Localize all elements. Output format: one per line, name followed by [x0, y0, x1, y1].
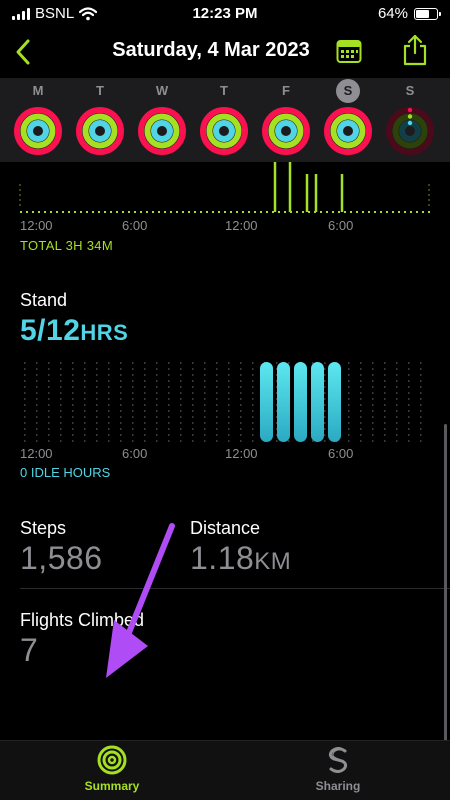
tab-summary-label: Summary	[84, 779, 140, 793]
exercise-tick: 6:00	[328, 218, 354, 233]
activity-rings-icon	[76, 107, 124, 155]
stand-hour-bar	[277, 362, 290, 442]
stand-hour-bar	[260, 362, 273, 442]
stand-unit: HRS	[80, 320, 129, 345]
day-tue[interactable]: T	[72, 78, 128, 162]
tab-bar: Summary Sharing	[0, 740, 450, 800]
day-label: S	[405, 83, 415, 98]
stand-tick: 6:00	[122, 446, 148, 461]
distance-unit: KM	[254, 548, 292, 575]
day-thu[interactable]: T	[196, 78, 252, 162]
stand-tick: 12:00	[20, 446, 53, 461]
stand-tick: 6:00	[328, 446, 354, 461]
summary-rings-icon	[97, 745, 127, 775]
exercise-tick: 12:00	[225, 218, 258, 233]
tab-sharing[interactable]: Sharing	[288, 745, 388, 799]
distance-value: 1.18KM	[190, 540, 291, 577]
annotation-arrow-icon	[106, 523, 175, 678]
status-right: 64%	[377, 5, 441, 22]
summary-content[interactable]: 12:00 6:00 12:00 6:00 TOTAL 3H 34M Stand…	[0, 162, 450, 740]
calendar-icon[interactable]	[336, 38, 362, 64]
share-icon[interactable]	[402, 34, 428, 66]
battery-icon	[414, 7, 441, 20]
scroll-indicator[interactable]	[444, 424, 447, 740]
idle-hours: 0 IDLE HOURS	[20, 465, 111, 480]
stand-title: Stand	[20, 290, 68, 310]
activity-rings-icon	[324, 107, 372, 155]
stand-hour-bar	[294, 362, 307, 442]
day-label-selected: S	[336, 79, 360, 103]
activity-rings-empty-icon	[386, 107, 434, 155]
steps-value: 1,586	[20, 540, 103, 576]
back-chevron-icon[interactable]	[12, 38, 36, 66]
flights-value: 7	[20, 632, 39, 668]
sharing-icon	[328, 747, 348, 773]
tab-summary[interactable]: Summary	[62, 745, 162, 799]
stand-value: 5/12HRS	[20, 314, 128, 348]
day-label: F	[282, 83, 290, 98]
activity-rings-icon	[200, 107, 248, 155]
day-wed[interactable]: W	[134, 78, 190, 162]
exercise-tick: 12:00	[20, 218, 53, 233]
status-bar: BSNL 12:23 PM 64%	[0, 0, 450, 28]
stand-chart	[20, 358, 432, 442]
exercise-chart	[19, 162, 430, 213]
activity-rings-icon	[262, 107, 310, 155]
activity-rings-icon	[14, 107, 62, 155]
day-fri[interactable]: F	[258, 78, 314, 162]
distance-number: 1.18	[190, 540, 255, 576]
exercise-tick: 6:00	[122, 218, 148, 233]
stand-hour-bar	[328, 362, 341, 442]
day-sat-selected[interactable]: S	[320, 78, 376, 162]
day-label: T	[220, 83, 228, 98]
page-title: Saturday, 4 Mar 2023	[112, 39, 310, 61]
tab-sharing-label: Sharing	[315, 779, 361, 793]
steps-label: Steps	[20, 518, 67, 538]
day-label: M	[32, 83, 44, 98]
activity-rings-icon	[138, 107, 186, 155]
stand-tick: 12:00	[225, 446, 258, 461]
week-strip: M T W T F S S	[0, 78, 450, 162]
nav-header: Saturday, 4 Mar 2023	[0, 28, 450, 76]
distance-label: Distance	[190, 518, 261, 538]
stand-value-number: 5/12	[20, 314, 81, 347]
day-label: T	[96, 83, 104, 98]
section-divider	[20, 588, 450, 589]
stand-hour-bar	[311, 362, 324, 442]
exercise-total: TOTAL 3H 34M	[20, 238, 113, 253]
day-mon[interactable]: M	[10, 78, 66, 162]
day-sun[interactable]: S	[382, 78, 438, 162]
day-label: W	[155, 83, 169, 98]
battery-percent: 64%	[377, 5, 408, 22]
